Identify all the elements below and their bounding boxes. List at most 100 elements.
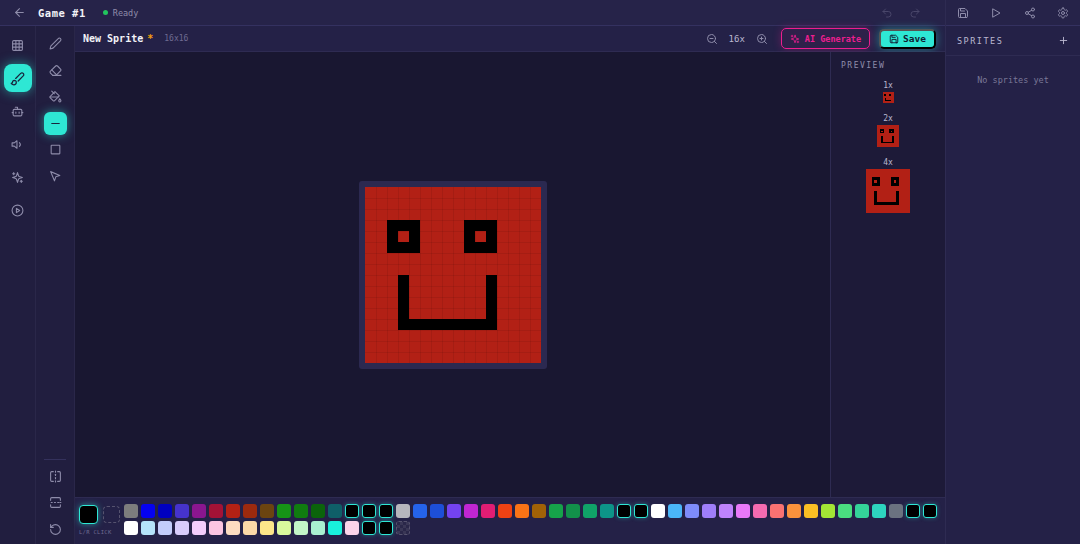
sprites-empty-text: No sprites yet [946,75,1080,85]
palette-swatch[interactable] [277,521,291,535]
nav-item-sprite-editor[interactable] [4,64,32,92]
palette-swatch[interactable] [311,504,325,518]
palette-swatch[interactable] [328,521,342,535]
palette-swatch[interactable] [753,504,767,518]
palette-swatch[interactable] [311,521,325,535]
undo-icon[interactable] [881,7,893,19]
palette-swatch[interactable] [668,504,682,518]
redo-icon[interactable] [909,7,921,19]
palette-swatch[interactable] [226,504,240,518]
play-circle-icon [11,204,24,217]
palette-swatch[interactable] [192,504,206,518]
zoom-in-icon[interactable] [756,33,768,45]
palette-swatch[interactable] [379,504,393,518]
palette-hint: L/R CLICK [79,529,112,535]
palette-swatch[interactable] [362,521,376,535]
palette-swatch[interactable] [447,504,461,518]
tool-select[interactable] [44,165,67,188]
settings-icon[interactable] [1057,7,1069,19]
palette-swatch[interactable] [464,504,478,518]
tool-rectangle[interactable] [44,138,67,161]
nav-item-sounds[interactable] [4,130,32,158]
palette-swatch[interactable] [141,504,155,518]
share-icon[interactable] [1024,7,1036,19]
palette-swatch[interactable] [838,504,852,518]
tool-flip-horizontal[interactable] [44,465,67,488]
palette-swatch[interactable] [175,504,189,518]
palette-swatch[interactable] [260,504,274,518]
palette-swatch[interactable] [141,521,155,535]
palette-swatch[interactable] [923,504,937,518]
palette-swatch[interactable] [345,521,359,535]
nav-item-play[interactable] [4,196,32,224]
palette-swatch[interactable] [515,504,529,518]
run-game-icon[interactable] [990,7,1002,19]
palette-swatch[interactable] [158,521,172,535]
palette-swatch[interactable] [600,504,614,518]
palette-swatch[interactable] [617,504,631,518]
add-sprite-icon[interactable] [1058,35,1069,46]
ai-generate-button[interactable]: AI Generate [781,28,870,49]
palette-swatch[interactable] [277,504,291,518]
palette-swatch[interactable] [396,521,410,535]
save-project-icon[interactable] [957,7,969,19]
palette-swatch[interactable] [872,504,886,518]
tool-rotate[interactable] [44,518,67,541]
palette-swatch[interactable] [294,521,308,535]
palette-swatch[interactable] [787,504,801,518]
nav-item-tilemap[interactable] [4,31,32,59]
palette-swatch[interactable] [736,504,750,518]
palette-swatch[interactable] [855,504,869,518]
palette-swatch[interactable] [719,504,733,518]
primary-color-swatch[interactable] [79,505,98,524]
palette-swatch[interactable] [158,504,172,518]
palette-swatch[interactable] [396,504,410,518]
palette-swatch[interactable] [481,504,495,518]
palette-swatch[interactable] [243,521,257,535]
secondary-color-swatch[interactable] [103,506,120,523]
palette-swatch[interactable] [175,521,189,535]
palette-swatch[interactable] [379,521,393,535]
pixel-canvas[interactable] [365,187,541,363]
nav-item-effects[interactable] [4,163,32,191]
palette-swatch[interactable] [413,504,427,518]
tool-line[interactable] [44,112,67,135]
palette-swatch[interactable] [566,504,580,518]
palette-swatch[interactable] [685,504,699,518]
palette-swatch[interactable] [583,504,597,518]
palette-swatch[interactable] [362,504,376,518]
palette-swatch[interactable] [328,504,342,518]
tool-eraser[interactable] [44,59,67,82]
flip-v-icon [49,496,62,509]
sprite-name[interactable]: New Sprite [83,33,143,44]
palette-swatch[interactable] [906,504,920,518]
nav-item-entities[interactable] [4,97,32,125]
palette-swatch[interactable] [209,504,223,518]
palette-swatch[interactable] [243,504,257,518]
palette-swatch[interactable] [770,504,784,518]
palette-swatch[interactable] [226,521,240,535]
tool-fill[interactable] [44,85,67,108]
back-icon[interactable] [13,6,26,19]
palette-swatch[interactable] [209,521,223,535]
palette-swatch[interactable] [260,521,274,535]
palette-swatch[interactable] [889,504,903,518]
palette-swatch[interactable] [430,504,444,518]
zoom-out-icon[interactable] [706,33,718,45]
tool-pencil[interactable] [44,32,67,55]
palette-swatch[interactable] [702,504,716,518]
palette-swatch[interactable] [532,504,546,518]
palette-swatch[interactable] [821,504,835,518]
palette-swatch[interactable] [124,521,138,535]
palette-swatch[interactable] [124,504,138,518]
palette-swatch[interactable] [345,504,359,518]
palette-swatch[interactable] [294,504,308,518]
palette-swatch[interactable] [804,504,818,518]
palette-swatch[interactable] [498,504,512,518]
palette-swatch[interactable] [549,504,563,518]
palette-swatch[interactable] [634,504,648,518]
palette-swatch[interactable] [651,504,665,518]
tool-flip-vertical[interactable] [44,491,67,514]
palette-swatch[interactable] [192,521,206,535]
save-sprite-button[interactable]: Save [879,29,936,49]
